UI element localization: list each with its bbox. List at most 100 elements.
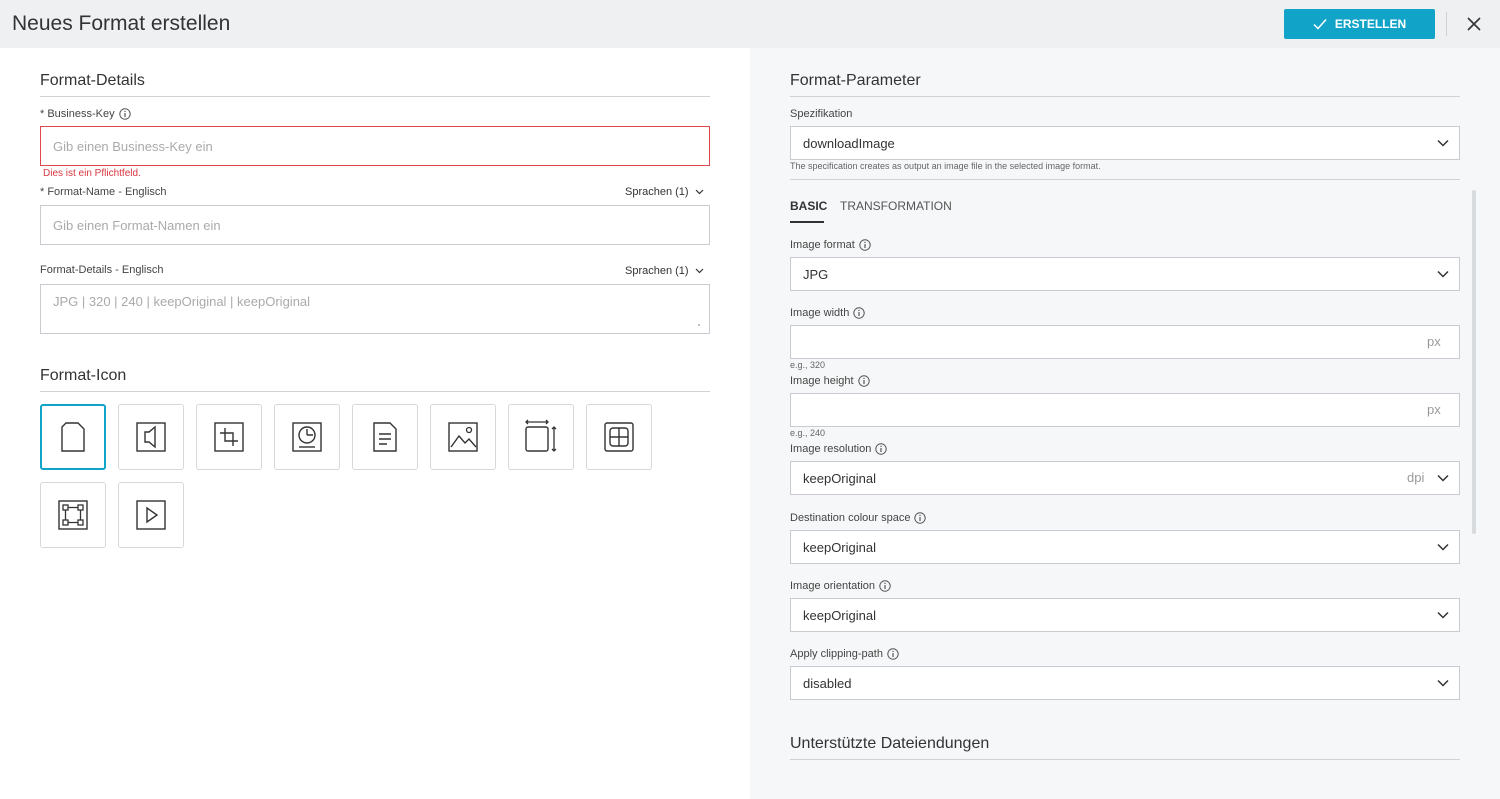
supported-extensions-title: Unterstützte Dateiendungen	[790, 735, 990, 752]
image-icon	[448, 422, 478, 452]
grid-icon	[604, 422, 634, 452]
icon-option-video[interactable]	[118, 482, 184, 548]
format-details-languages-toggle[interactable]: Sprachen (1)	[625, 265, 704, 277]
icon-option-image[interactable]	[430, 404, 496, 470]
chevron-down-icon	[1437, 611, 1449, 619]
orientation-label-text: Image orientation	[790, 580, 875, 592]
format-parameters-panel: Format-Parameter Spezifikation downloadI…	[750, 48, 1500, 799]
transform-icon	[58, 500, 88, 530]
image-resolution-unit: dpi	[1407, 470, 1425, 485]
checkmark-icon	[1313, 19, 1327, 30]
business-key-label: * Business-Key	[40, 108, 131, 120]
image-resolution-value: keepOriginal	[803, 470, 876, 486]
info-icon[interactable]	[118, 108, 131, 120]
divider	[790, 96, 1460, 97]
orientation-label: Image orientation	[790, 580, 891, 592]
icon-option-disc[interactable]	[274, 404, 340, 470]
tab-transformation[interactable]: TRANSFORMATION	[840, 199, 952, 213]
specification-select[interactable]: downloadImage	[790, 126, 1460, 160]
info-icon[interactable]	[887, 648, 899, 660]
format-name-input[interactable]: Gib einen Format-Namen ein	[40, 205, 710, 245]
header-divider	[1446, 12, 1447, 36]
close-button[interactable]	[1462, 12, 1486, 36]
info-icon[interactable]	[875, 443, 888, 455]
disc-icon	[292, 422, 322, 452]
crop-icon	[214, 422, 244, 452]
languages-label: Sprachen (1)	[625, 186, 689, 198]
image-width-hint: e.g., 320	[790, 360, 826, 370]
format-parameters-title: Format-Parameter	[790, 72, 921, 89]
info-icon[interactable]	[853, 307, 866, 319]
create-button[interactable]: ERSTELLEN	[1284, 9, 1435, 39]
image-height-label: Image height	[790, 375, 870, 387]
chevron-down-icon	[695, 268, 704, 274]
orientation-value: keepOriginal	[803, 607, 876, 623]
resize-icon	[525, 419, 557, 452]
clipping-path-label-text: Apply clipping-path	[790, 648, 883, 660]
image-width-input[interactable]: px	[790, 325, 1460, 359]
format-details-panel: Format-Details * Business-Key Gib einen …	[0, 48, 750, 799]
specification-value: downloadImage	[803, 135, 895, 151]
format-name-label: * Format-Name - Englisch	[40, 186, 167, 198]
chevron-down-icon	[1437, 474, 1449, 482]
divider	[40, 96, 710, 97]
business-key-error: Dies ist ein Pflichtfeld.	[43, 168, 141, 179]
icon-option-crop[interactable]	[196, 404, 262, 470]
divider	[790, 179, 1460, 180]
resize-handle-icon[interactable]	[695, 321, 701, 327]
icon-option-document[interactable]	[40, 404, 106, 470]
format-details-label: Format-Details - Englisch	[40, 264, 163, 276]
dialog-header: Neues Format erstellen ERSTELLEN	[0, 0, 1500, 48]
image-format-select[interactable]: JPG	[790, 257, 1460, 291]
image-height-input[interactable]: px	[790, 393, 1460, 427]
tab-basic[interactable]: BASIC	[790, 199, 827, 213]
business-key-label-text: * Business-Key	[40, 108, 115, 120]
text-document-icon	[373, 422, 397, 452]
icon-option-transform[interactable]	[40, 482, 106, 548]
clipping-path-select[interactable]: disabled	[790, 666, 1460, 700]
format-details-placeholder: JPG | 320 | 240 | keepOriginal | keepOri…	[53, 294, 311, 309]
info-icon[interactable]	[857, 375, 870, 387]
format-icon-title: Format-Icon	[40, 367, 127, 384]
format-details-textarea[interactable]: JPG | 320 | 240 | keepOriginal | keepOri…	[40, 284, 710, 334]
specification-label: Spezifikation	[790, 108, 852, 120]
divider	[790, 759, 1460, 760]
image-resolution-select[interactable]: keepOriginal dpi	[790, 461, 1460, 495]
icon-option-audio[interactable]	[118, 404, 184, 470]
audio-icon	[136, 422, 166, 452]
image-width-label: Image width	[790, 307, 866, 319]
icon-option-resize[interactable]	[508, 404, 574, 470]
icon-option-grid[interactable]	[586, 404, 652, 470]
info-icon[interactable]	[879, 580, 891, 592]
image-height-unit: px	[1427, 402, 1441, 417]
chevron-down-icon	[1437, 543, 1449, 551]
info-icon[interactable]	[859, 239, 871, 251]
colour-space-select[interactable]: keepOriginal	[790, 530, 1460, 564]
image-width-label-text: Image width	[790, 307, 850, 319]
orientation-select[interactable]: keepOriginal	[790, 598, 1460, 632]
close-icon	[1467, 17, 1481, 31]
clipping-path-value: disabled	[803, 675, 852, 691]
info-icon[interactable]	[914, 512, 927, 524]
active-tab-indicator	[790, 221, 824, 223]
specification-label-text: Spezifikation	[790, 108, 853, 120]
specification-hint: The specification creates as output an i…	[790, 161, 1101, 171]
scrollbar[interactable]	[1472, 190, 1476, 534]
business-key-placeholder: Gib einen Business-Key ein	[53, 138, 213, 154]
chevron-down-icon	[1437, 679, 1449, 687]
business-key-input[interactable]: Gib einen Business-Key ein	[40, 126, 710, 166]
document-icon	[61, 422, 85, 452]
image-resolution-label: Image resolution	[790, 443, 888, 455]
icon-option-text-document[interactable]	[352, 404, 418, 470]
divider	[40, 391, 710, 392]
image-format-label-text: Image format	[790, 239, 855, 251]
chevron-down-icon	[1437, 139, 1449, 147]
image-height-label-text: Image height	[790, 375, 854, 387]
page-title: Neues Format erstellen	[12, 12, 231, 35]
image-format-value: JPG	[803, 266, 829, 282]
create-button-label: ERSTELLEN	[1334, 17, 1407, 31]
image-resolution-label-text: Image resolution	[790, 443, 872, 455]
image-format-label: Image format	[790, 239, 871, 251]
format-name-languages-toggle[interactable]: Sprachen (1)	[625, 186, 704, 198]
format-name-label-text: * Format-Name - Englisch	[40, 186, 167, 198]
